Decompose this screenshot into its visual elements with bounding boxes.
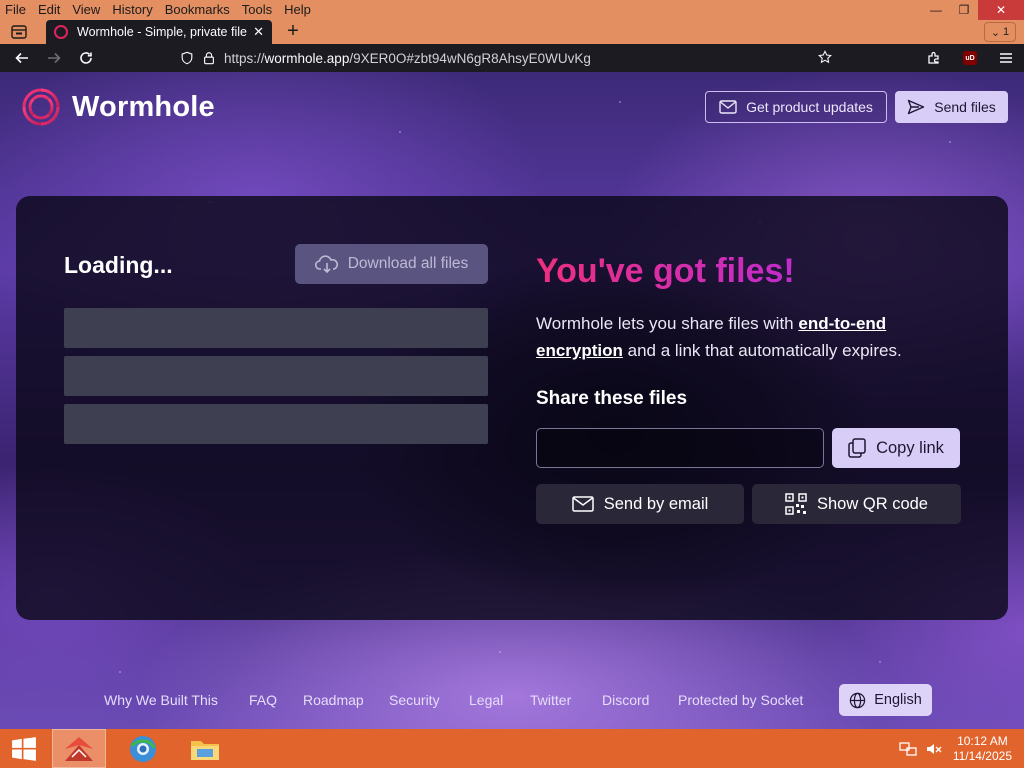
- extensions-icon[interactable]: [916, 44, 952, 72]
- cloud-download-icon: [314, 255, 338, 273]
- folder-app-icon: [191, 740, 219, 760]
- download-all-files-label: Download all files: [347, 255, 469, 272]
- send-files-button[interactable]: Send files: [895, 91, 1008, 123]
- ublock-button[interactable]: uD: [952, 44, 988, 72]
- mail-icon: [571, 496, 594, 512]
- loading-status: Loading...: [64, 252, 173, 278]
- url-scheme: https://: [224, 50, 265, 66]
- wormhole-logo-icon: [22, 88, 60, 126]
- windows-start-icon[interactable]: [0, 729, 48, 768]
- description-text: Wormhole lets you share files with end-t…: [536, 310, 956, 364]
- footer: Why We Built This FAQ Roadmap Security L…: [0, 682, 1024, 718]
- url-path: /9XER0O#zbt94wN6gR8AhsyE0WUvKg: [349, 50, 591, 66]
- taskbar-app-file-explorer[interactable]: [178, 729, 232, 768]
- download-all-files-button[interactable]: Download all files: [295, 244, 488, 284]
- title-bar: File Edit View History Bookmarks Tools H…: [0, 0, 1024, 20]
- qr-code-icon: [785, 493, 807, 515]
- url-text[interactable]: https://wormhole.app/9XER0O#zbt94wN6gR8A…: [224, 51, 591, 66]
- wormhole-favicon-icon: [54, 25, 68, 39]
- share-files-heading: Share these files: [536, 388, 688, 409]
- forward-arrow-icon[interactable]: [38, 44, 70, 72]
- menu-file[interactable]: File: [0, 0, 32, 20]
- tab-close-icon[interactable]: ✕: [253, 24, 264, 40]
- footer-legal[interactable]: Legal: [469, 692, 503, 708]
- tab-overflow-button[interactable]: ⌄ 1: [984, 22, 1016, 42]
- shield-icon[interactable]: [180, 51, 194, 65]
- taskbar-app-dialog[interactable]: [52, 729, 106, 768]
- copy-link-button[interactable]: Copy link: [832, 428, 960, 468]
- footer-twitter[interactable]: Twitter: [530, 692, 571, 708]
- footer-security[interactable]: Security: [389, 692, 440, 708]
- footer-roadmap[interactable]: Roadmap: [303, 692, 364, 708]
- close-window-button[interactable]: ✕: [978, 0, 1024, 20]
- description-prefix: Wormhole lets you share files with: [536, 314, 799, 333]
- window-controls: — ❐ ✕: [922, 0, 1024, 20]
- clock-date: 11/14/2025: [952, 748, 1012, 763]
- mail-icon: [719, 100, 737, 114]
- menu-view[interactable]: View: [66, 0, 106, 20]
- wormhole-logo[interactable]: Wormhole: [20, 86, 215, 128]
- clock-time: 10:12 AM: [957, 733, 1008, 748]
- back-arrow-icon[interactable]: [6, 44, 38, 72]
- menu-help[interactable]: Help: [278, 0, 317, 20]
- file-skeleton-row: [64, 356, 488, 396]
- footer-protected-by-socket[interactable]: Protected by Socket: [678, 692, 803, 708]
- send-by-email-button[interactable]: Send by email: [536, 484, 744, 524]
- copy-link-label: Copy link: [876, 438, 944, 457]
- tab-count: 1: [1003, 26, 1010, 38]
- new-tab-button[interactable]: +: [282, 21, 304, 42]
- toolbar-right: uD: [916, 44, 1024, 72]
- menu-history[interactable]: History: [106, 0, 158, 20]
- browser-globe-app-icon: [130, 735, 156, 762]
- red-dialog-app-icon: [65, 736, 93, 761]
- lock-icon[interactable]: [202, 51, 216, 65]
- menu-edit[interactable]: Edit: [32, 0, 66, 20]
- file-skeleton-row: [64, 404, 488, 444]
- taskbar-app-browser[interactable]: [116, 729, 170, 768]
- web-page: Wormhole Get product updates Send files …: [0, 72, 1024, 729]
- copy-icon: [848, 438, 866, 458]
- reload-icon[interactable]: [70, 44, 102, 72]
- url-host: wormhole.app: [264, 50, 350, 66]
- clock[interactable]: 10:12 AM 11/14/2025: [953, 734, 1012, 764]
- tab-wormhole[interactable]: Wormhole - Simple, private file ✕: [46, 20, 272, 44]
- network-icon[interactable]: [899, 741, 917, 757]
- files-card: Loading... Download all files You've got…: [16, 196, 1008, 620]
- restore-button[interactable]: ❐: [950, 0, 978, 20]
- star-icon[interactable]: [818, 50, 840, 69]
- footer-why-we-built-this[interactable]: Why We Built This: [104, 692, 218, 708]
- show-qr-code-button[interactable]: Show QR code: [752, 484, 961, 524]
- ublock-icon: uD: [963, 51, 977, 65]
- tab-list-icon[interactable]: [6, 22, 32, 42]
- menu-bar: File Edit View History Bookmarks Tools H…: [0, 0, 317, 20]
- language-selector[interactable]: English: [839, 684, 932, 716]
- description-suffix: and a link that automatically expires.: [622, 341, 902, 360]
- youve-got-files-heading: You've got files!: [536, 252, 795, 290]
- send-by-email-label: Send by email: [603, 494, 709, 513]
- menu-tools[interactable]: Tools: [236, 0, 278, 20]
- show-qr-code-label: Show QR code: [817, 494, 928, 513]
- logo-text: Wormhole: [72, 90, 215, 123]
- share-link-input[interactable]: [536, 428, 824, 468]
- minimize-button[interactable]: —: [922, 0, 950, 20]
- url-bar[interactable]: https://wormhole.app/9XER0O#zbt94wN6gR8A…: [172, 46, 848, 70]
- volume-muted-icon[interactable]: [925, 741, 943, 757]
- footer-discord[interactable]: Discord: [602, 692, 649, 708]
- chevron-down-icon: ⌄: [990, 26, 1001, 39]
- windows-taskbar: 10:12 AM 11/14/2025: [0, 729, 1024, 768]
- get-product-updates-button[interactable]: Get product updates: [705, 91, 887, 123]
- send-files-label: Send files: [934, 99, 996, 115]
- file-skeleton-row: [64, 308, 488, 348]
- menu-bookmarks[interactable]: Bookmarks: [159, 0, 236, 20]
- tab-title: Wormhole - Simple, private file: [77, 25, 247, 39]
- language-label: English: [874, 692, 922, 708]
- tab-strip: Wormhole - Simple, private file ✕ + ⌄ 1: [0, 20, 1024, 44]
- system-tray: 10:12 AM 11/14/2025: [899, 729, 1024, 768]
- send-icon: [908, 99, 925, 115]
- hamburger-icon[interactable]: [988, 44, 1024, 72]
- footer-faq[interactable]: FAQ: [249, 692, 277, 708]
- get-product-updates-label: Get product updates: [746, 99, 873, 115]
- globe-icon: [850, 692, 866, 708]
- navigation-bar: https://wormhole.app/9XER0O#zbt94wN6gR8A…: [0, 44, 1024, 72]
